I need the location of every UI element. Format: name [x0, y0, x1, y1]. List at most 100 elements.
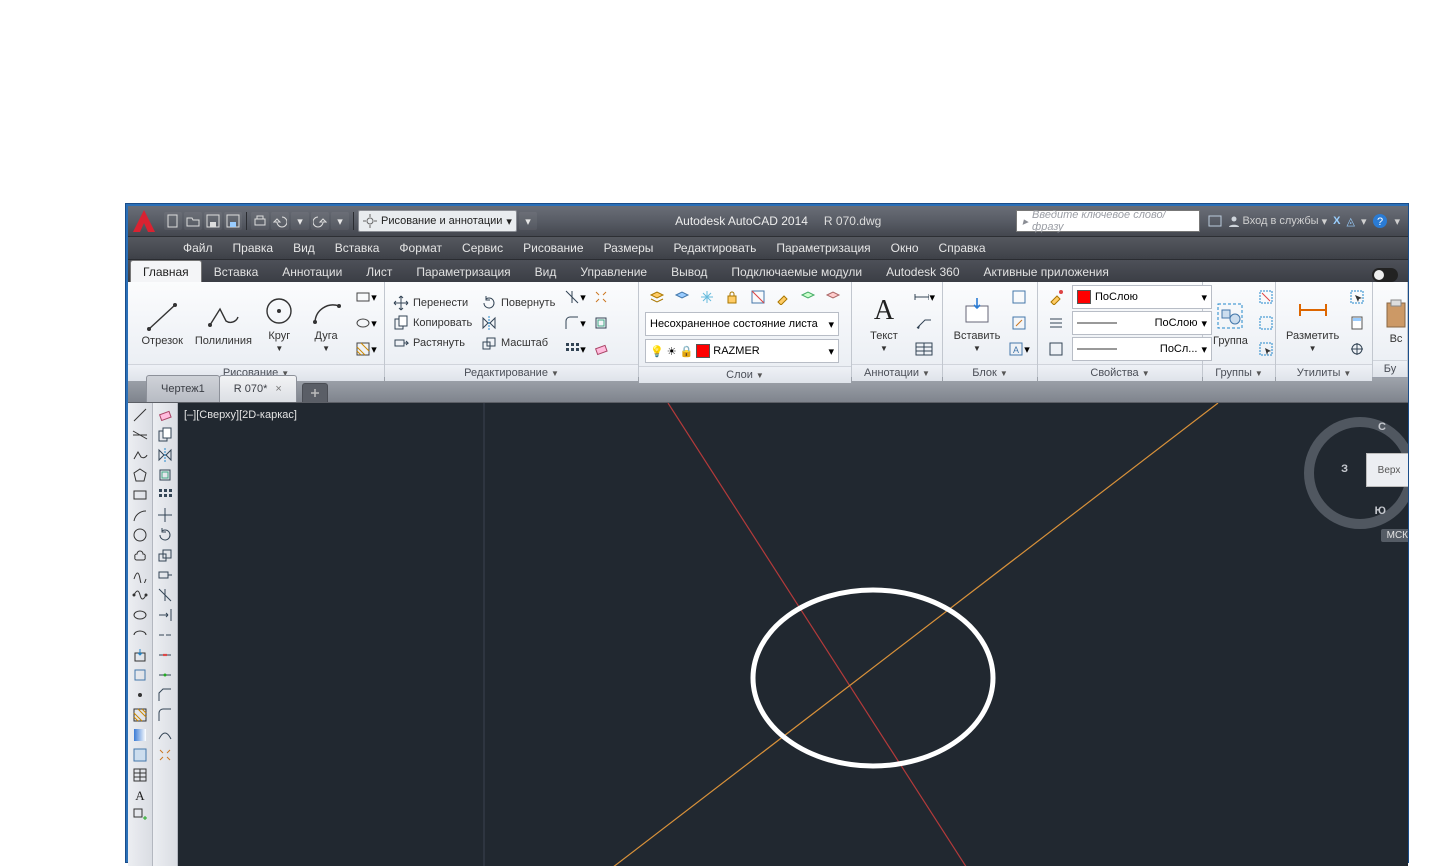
ribtab-param[interactable]: Параметризация — [404, 261, 522, 282]
viewcube-north[interactable]: С — [1378, 421, 1386, 433]
tb-array2-icon[interactable] — [156, 486, 174, 504]
panel-utils-title[interactable]: Утилиты▼ — [1276, 364, 1372, 381]
scale-button[interactable]: Масштаб — [479, 334, 561, 352]
ribtab-output[interactable]: Вывод — [659, 261, 719, 282]
tb-arc-icon[interactable] — [131, 506, 149, 524]
group-edit-icon[interactable] — [1254, 311, 1278, 335]
rotate-button[interactable]: Повернуть — [479, 294, 561, 312]
polyline-button[interactable]: Полилиния — [192, 297, 254, 349]
hatch-icon[interactable]: ▾ — [354, 337, 378, 361]
group-button[interactable]: Группа — [1209, 297, 1252, 349]
table-icon[interactable] — [912, 337, 936, 361]
redo-drop-icon[interactable]: ▾ — [331, 212, 349, 230]
tb-addselected-icon[interactable] — [131, 806, 149, 824]
save-icon[interactable] — [204, 212, 222, 230]
layer-iso-icon[interactable] — [746, 285, 769, 309]
menu-window[interactable]: Окно — [881, 238, 929, 258]
text-button[interactable]: A Текст▼ — [858, 292, 910, 355]
tb-mirror2-icon[interactable] — [156, 446, 174, 464]
tb-xline-icon[interactable] — [131, 426, 149, 444]
saveas-icon[interactable] — [224, 212, 242, 230]
tb-join-icon[interactable] — [156, 666, 174, 684]
layer-off-icon[interactable] — [670, 285, 693, 309]
tb-fillet2-icon[interactable] — [156, 706, 174, 724]
layer-state-dropdown[interactable]: Несохраненное состояние листа▾ — [645, 312, 839, 336]
tb-line-icon[interactable] — [131, 406, 149, 424]
ribtab-home[interactable]: Главная — [130, 260, 202, 282]
undo-drop-icon[interactable]: ▾ — [291, 212, 309, 230]
tb-spline-icon[interactable] — [131, 566, 149, 584]
new-icon[interactable] — [164, 212, 182, 230]
arc-button[interactable]: Дуга▼ — [304, 292, 348, 355]
menu-modify[interactable]: Редактировать — [663, 238, 766, 258]
tb-explode2-icon[interactable] — [156, 746, 174, 764]
copy-button[interactable]: Копировать — [391, 314, 477, 332]
menu-service[interactable]: Сервис — [452, 238, 513, 258]
measure-button[interactable]: Разметить▼ — [1282, 292, 1343, 355]
tb-spline2-icon[interactable] — [131, 586, 149, 604]
insert-block-button[interactable]: Вставить▼ — [949, 292, 1005, 355]
tb-rotate2-icon[interactable] — [156, 526, 174, 544]
tb-blend-icon[interactable] — [156, 726, 174, 744]
menu-view[interactable]: Вид — [283, 238, 325, 258]
mirror-button[interactable] — [479, 314, 561, 332]
tb-block-icon[interactable] — [131, 666, 149, 684]
ungroup-icon[interactable] — [1254, 285, 1278, 309]
layer-props-icon[interactable] — [645, 285, 668, 309]
tb-ellipse-icon[interactable] — [131, 606, 149, 624]
menu-help[interactable]: Справка — [929, 238, 996, 258]
create-block-icon[interactable] — [1007, 285, 1031, 309]
tb-insert-icon[interactable] — [131, 646, 149, 664]
trim-icon[interactable]: ▾ — [563, 285, 587, 309]
panel-props-title[interactable]: Свойства▼ — [1038, 364, 1202, 381]
select-all-icon[interactable] — [1345, 285, 1369, 309]
dim-linear-icon[interactable]: ▾ — [912, 285, 936, 309]
doctab-1[interactable]: Чертеж1 — [146, 375, 220, 402]
menu-dims[interactable]: Размеры — [594, 238, 664, 258]
chevron-down-icon[interactable]: ▾ — [1361, 215, 1367, 228]
fillet-icon[interactable]: ▾ — [563, 311, 587, 335]
viewcube[interactable]: С З Ю Верх МСК — [1336, 417, 1408, 547]
tb-copy2-icon[interactable] — [156, 426, 174, 444]
ribtab-manage[interactable]: Управление — [568, 261, 659, 282]
print-icon[interactable] — [251, 212, 269, 230]
ribtab-express[interactable]: Активные приложения — [972, 261, 1121, 282]
lineweight-dropdown[interactable]: ПоСл...▾ — [1072, 337, 1212, 361]
circle-button[interactable]: Круг▼ — [256, 292, 302, 355]
menu-file[interactable]: Файл — [173, 238, 223, 258]
rectangle-icon[interactable]: ▾ — [354, 285, 378, 309]
layer-freeze-icon[interactable] — [696, 285, 719, 309]
panel-layers-title[interactable]: Слои▼ — [639, 366, 851, 383]
leader-icon[interactable] — [912, 311, 936, 335]
viewcube-wcs[interactable]: МСК — [1381, 529, 1408, 542]
tb-pline-icon[interactable] — [131, 446, 149, 464]
viewcube-west[interactable]: З — [1341, 463, 1348, 475]
menu-edit[interactable]: Правка — [223, 238, 284, 258]
tb-move2-icon[interactable] — [156, 506, 174, 524]
quick-calc-icon[interactable] — [1345, 311, 1369, 335]
ribtab-plugins[interactable]: Подключаемые модули — [719, 261, 874, 282]
drawing-canvas[interactable]: [–][Сверху][2D-каркас] С З Ю Верх МСК — [178, 403, 1408, 866]
tb-break-icon[interactable] — [156, 626, 174, 644]
tb-region-icon[interactable] — [131, 746, 149, 764]
menu-format[interactable]: Формат — [389, 238, 452, 258]
layer-match-icon[interactable] — [771, 285, 794, 309]
autodesk360-icon[interactable]: ◬ — [1346, 215, 1354, 228]
explode-icon[interactable] — [589, 285, 613, 309]
array-icon[interactable]: ▾ — [563, 337, 587, 361]
menu-insert[interactable]: Вставка — [325, 238, 390, 258]
close-icon[interactable]: × — [275, 383, 281, 395]
ribtab-insert[interactable]: Вставка — [202, 261, 271, 282]
tb-rect-icon[interactable] — [131, 486, 149, 504]
tb-extend-icon[interactable] — [156, 606, 174, 624]
layer-current-dropdown[interactable]: 💡 ☀ 🔒 RAZMER▾ — [645, 339, 839, 363]
open-icon[interactable] — [184, 212, 202, 230]
paste-button[interactable]: Вс — [1379, 295, 1413, 347]
undo-icon[interactable] — [271, 212, 289, 230]
linetype-dropdown[interactable]: ПоСлою▾ — [1072, 311, 1212, 335]
search-input[interactable]: ▸ Введите ключевое слово/фразу — [1016, 210, 1200, 232]
block-attr-icon[interactable]: A▾ — [1007, 337, 1031, 361]
ellipse-icon[interactable]: ▾ — [354, 311, 378, 335]
erase-icon[interactable] — [589, 337, 613, 361]
ribbon-minimize-toggle[interactable] — [1372, 268, 1398, 282]
